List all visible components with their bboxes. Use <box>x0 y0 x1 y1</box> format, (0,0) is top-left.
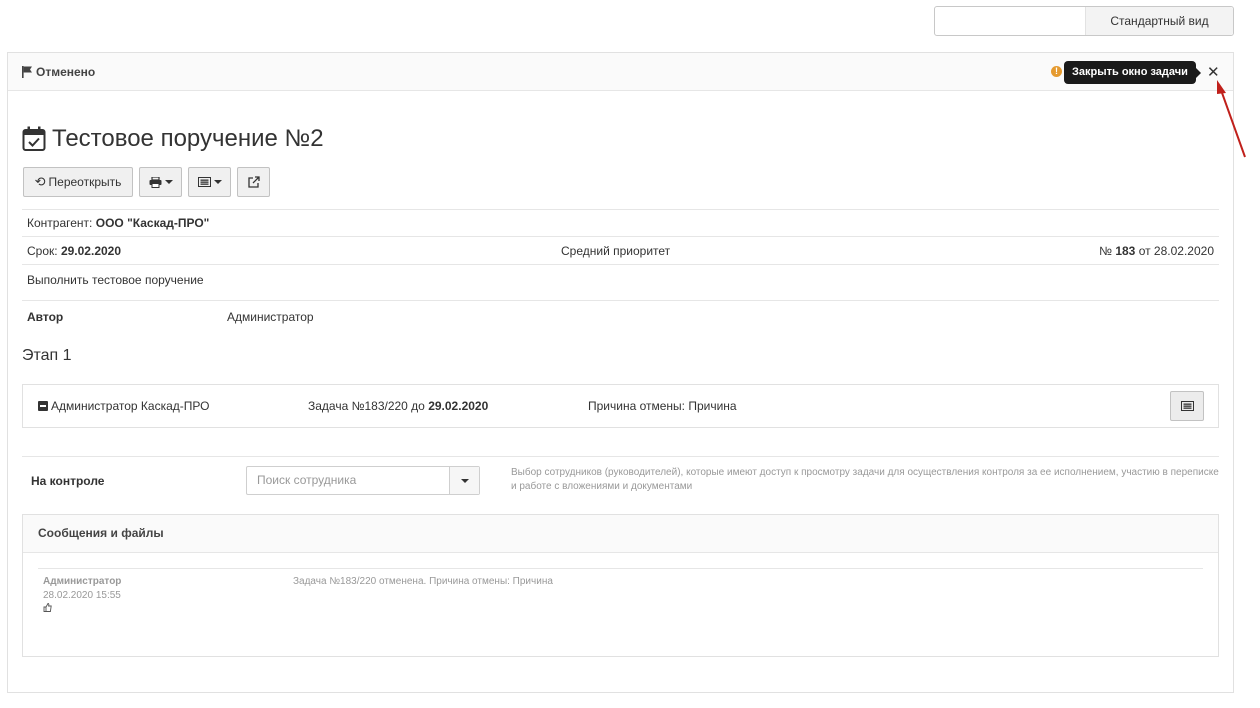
deadline-value: 29.02.2020 <box>60 243 122 258</box>
task-toolbar: ⟲ Переоткрыть <box>23 167 270 197</box>
task-number: № 183 от 28.02.2020 <box>1099 244 1214 258</box>
thumbs-up-icon[interactable] <box>43 603 52 615</box>
counterparty-value: ООО "Каскад-ПРО" <box>95 216 210 230</box>
deadline-label: Срок: <box>27 243 58 258</box>
stage-title: Этап 1 <box>22 347 72 364</box>
counterparty-row: Контрагент: ООО "Каскад-ПРО" <box>22 209 1219 237</box>
task-title-row: Тестовое поручение №2 <box>22 125 324 153</box>
control-section: На контроле Поиск сотрудника Выбор сотру… <box>22 456 1219 510</box>
author-value: Администратор <box>227 310 314 324</box>
message-author: Администратор <box>43 576 122 587</box>
number-date: от 28.02.2020 <box>1138 243 1214 258</box>
standard-view-button[interactable]: Стандартный вид <box>1086 7 1233 35</box>
open-external-button[interactable] <box>237 167 270 197</box>
assignee-name: Администратор Каскад-ПРО <box>51 399 210 413</box>
calendar-check-icon <box>22 126 46 151</box>
list-icon <box>1180 401 1194 411</box>
stage-task: Задача №183/220 до 29.02.2020 <box>308 399 488 413</box>
description-row: Выполнить тестовое поручение <box>22 265 1219 301</box>
chevron-down-icon <box>164 180 173 184</box>
warning-icon[interactable]: ! <box>1051 66 1062 77</box>
employee-search-dropdown[interactable] <box>449 467 479 494</box>
counterparty-label: Контрагент: <box>27 216 93 230</box>
flag-icon <box>22 66 32 78</box>
stage-task-date: 29.02.2020 <box>428 399 489 413</box>
collapse-icon[interactable] <box>38 401 48 411</box>
employee-search-input[interactable]: Поиск сотрудника <box>247 467 449 494</box>
list-dropdown-button[interactable] <box>188 167 231 197</box>
chevron-down-icon <box>460 478 469 483</box>
message-item: Администратор 28.02.2020 15:55 Задача №1… <box>38 568 1203 628</box>
task-description: Выполнить тестовое поручение <box>27 273 204 287</box>
stage-task-prefix: Задача №183/220 до <box>308 399 425 413</box>
stage-task-row: Администратор Каскад-ПРО Задача №183/220… <box>22 384 1219 428</box>
message-text: Задача №183/220 отменена. Причина отмены… <box>293 576 553 587</box>
task-status: Отменено <box>22 65 95 79</box>
view-switcher: Стандартный вид <box>934 6 1234 36</box>
cancel-reason: Причина отмены: Причина <box>588 399 737 413</box>
close-icon[interactable]: ✕ <box>1207 63 1220 81</box>
stage-assignee[interactable]: Администратор Каскад-ПРО <box>38 399 209 413</box>
author-label: Автор <box>27 310 64 324</box>
number-value: 183 <box>1115 243 1136 258</box>
close-tooltip: Закрыть окно задачи <box>1064 61 1201 84</box>
task-window-header: Отменено ! Закрыть окно задачи ✕ <box>8 53 1233 91</box>
messages-title: Сообщения и файлы <box>23 515 1218 553</box>
task-title: Тестовое поручение №2 <box>52 125 324 152</box>
chevron-down-icon <box>213 180 222 184</box>
undo-icon: ⟲ <box>34 174 46 189</box>
control-label: На контроле <box>31 474 105 488</box>
control-help-text: Выбор сотрудников (руководителей), котор… <box>511 467 1219 492</box>
number-prefix: № <box>1099 243 1112 258</box>
external-link-icon <box>247 176 260 188</box>
status-label: Отменено <box>36 65 96 79</box>
list-icon <box>197 177 211 187</box>
task-window: Отменено ! Закрыть окно задачи ✕ Тестово… <box>7 52 1234 693</box>
print-icon <box>149 176 161 188</box>
reopen-label: Переоткрыть <box>48 175 122 189</box>
stage-details-button[interactable] <box>1170 391 1204 421</box>
view-switcher-empty[interactable] <box>935 7 1086 35</box>
print-dropdown-button[interactable] <box>139 167 182 197</box>
message-time: 28.02.2020 15:55 <box>43 590 121 601</box>
reopen-button[interactable]: ⟲ Переоткрыть <box>23 167 133 197</box>
deadline-row: Срок: 29.02.2020 Средний приоритет № 183… <box>22 237 1219 265</box>
employee-search[interactable]: Поиск сотрудника <box>246 466 480 495</box>
priority-label: Средний приоритет <box>561 243 671 258</box>
author-row: Автор Администратор <box>22 303 1219 331</box>
messages-panel: Сообщения и файлы Администратор 28.02.20… <box>22 514 1219 657</box>
task-info: Контрагент: ООО "Каскад-ПРО" Срок: 29.02… <box>22 209 1219 301</box>
